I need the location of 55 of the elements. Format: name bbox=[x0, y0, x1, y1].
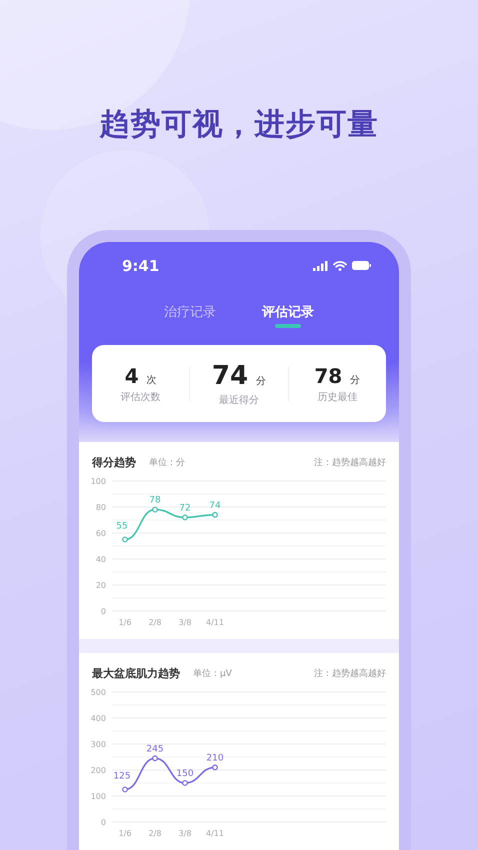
data-label: 78 bbox=[149, 496, 161, 506]
tab[interactable]: 治疗记录 bbox=[163, 297, 217, 330]
data-label: 55 bbox=[116, 522, 128, 532]
axis-label: 2/8 bbox=[148, 618, 162, 627]
data-point bbox=[212, 512, 218, 518]
stat-unit: 分 bbox=[256, 374, 266, 388]
axis-label: 2/8 bbox=[148, 829, 162, 838]
stat-value: 74 bbox=[212, 360, 248, 390]
chart-title: 得分趋势 bbox=[92, 454, 136, 470]
chart-note: 注：趋势越高越好 bbox=[314, 456, 386, 468]
stat-value: 78 bbox=[314, 364, 342, 388]
data-label: 245 bbox=[146, 744, 164, 754]
signal-icon bbox=[313, 260, 328, 270]
stat-unit: 次 bbox=[146, 374, 157, 386]
axis-label: 1/6 bbox=[118, 829, 132, 838]
axis-label: 300 bbox=[90, 740, 106, 749]
axis-label: 60 bbox=[96, 529, 106, 538]
axis-label: 80 bbox=[96, 503, 106, 512]
data-label: 74 bbox=[209, 500, 221, 511]
axis-label: 200 bbox=[90, 766, 106, 775]
tab[interactable]: 评估记录 bbox=[261, 297, 315, 330]
axis-label: 0 bbox=[100, 818, 106, 827]
axis-label: 4/11 bbox=[206, 829, 224, 838]
data-point bbox=[152, 506, 158, 512]
data-label: 150 bbox=[176, 769, 194, 779]
battery-icon bbox=[352, 261, 371, 270]
axis-label: 1/6 bbox=[118, 618, 132, 627]
axis-label: 4/11 bbox=[206, 618, 224, 627]
data-point bbox=[122, 536, 128, 542]
data-label: 125 bbox=[113, 772, 131, 782]
axis-label: 400 bbox=[90, 714, 106, 723]
chart-title: 最大盆底肌力趋势 bbox=[92, 666, 180, 680]
chart-unit: 单位：分 bbox=[149, 456, 185, 468]
axis-label: 100 bbox=[90, 792, 106, 801]
data-point bbox=[212, 764, 218, 770]
stat-label: 最近得分 bbox=[218, 394, 259, 406]
axis-label: 40 bbox=[96, 555, 106, 564]
axis-label: 3/8 bbox=[178, 618, 192, 627]
axis-label: 500 bbox=[90, 688, 106, 697]
axis-label: 0 bbox=[100, 607, 106, 616]
page-headline: 趋势可视，进步可量 bbox=[100, 106, 378, 144]
wifi-icon bbox=[333, 260, 347, 270]
stat-value: 4 bbox=[124, 364, 139, 388]
chart-note: 注：趋势越高越好 bbox=[314, 668, 386, 680]
stat-unit: 分 bbox=[350, 374, 360, 386]
status-time: 9:41 bbox=[122, 256, 160, 274]
axis-label: 100 bbox=[90, 477, 106, 486]
stat-label: 历史最佳 bbox=[317, 390, 358, 404]
data-label: 72 bbox=[179, 503, 191, 514]
axis-label: 20 bbox=[96, 581, 106, 590]
chart-unit: 单位：μV bbox=[193, 668, 232, 680]
axis-label: 3/8 bbox=[178, 829, 192, 838]
data-label: 210 bbox=[206, 753, 224, 764]
stat-label: 评估次数 bbox=[120, 390, 161, 404]
data-point bbox=[122, 786, 128, 792]
